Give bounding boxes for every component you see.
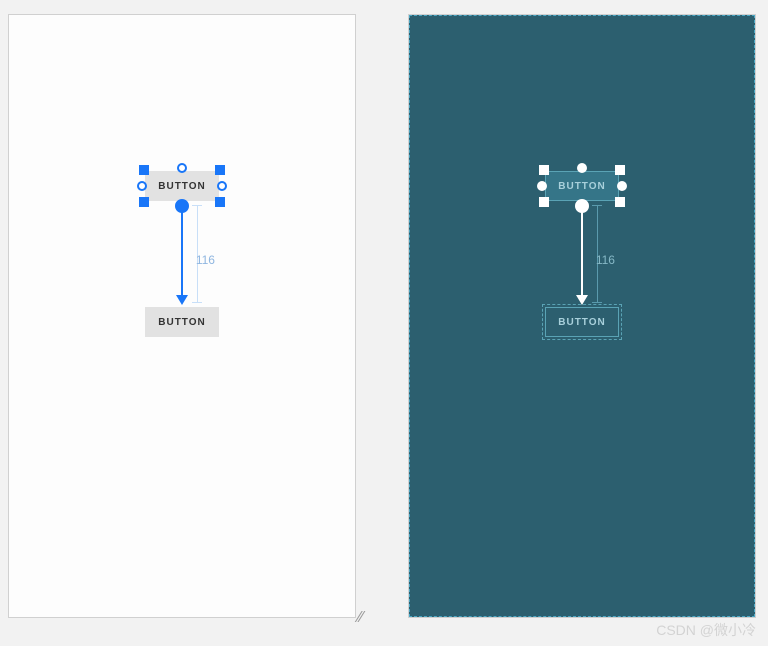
panel-resize-grip-icon[interactable]: ⁄⁄: [358, 614, 363, 622]
design-canvas-light[interactable]: BUTTON BUTTON 116: [8, 14, 356, 618]
constraint-distance-label: 116: [196, 253, 215, 267]
design-canvas-blueprint[interactable]: BUTTON BUTTON 116: [408, 14, 756, 618]
button-label: BUTTON: [158, 317, 205, 328]
constraint-arrow-icon: [181, 207, 183, 303]
button-label: BUTTON: [158, 181, 205, 192]
widget-button-top[interactable]: BUTTON: [145, 171, 219, 201]
constraint-arrow-icon: [581, 207, 583, 303]
widget-button-bottom[interactable]: BUTTON: [545, 307, 619, 337]
constraint-distance-label: 116: [596, 253, 615, 267]
button-label: BUTTON: [558, 181, 605, 192]
widget-button-bottom[interactable]: BUTTON: [145, 307, 219, 337]
watermark-text: CSDN @微小冷: [656, 620, 756, 640]
button-label: BUTTON: [558, 317, 605, 328]
widget-button-top[interactable]: BUTTON: [545, 171, 619, 201]
